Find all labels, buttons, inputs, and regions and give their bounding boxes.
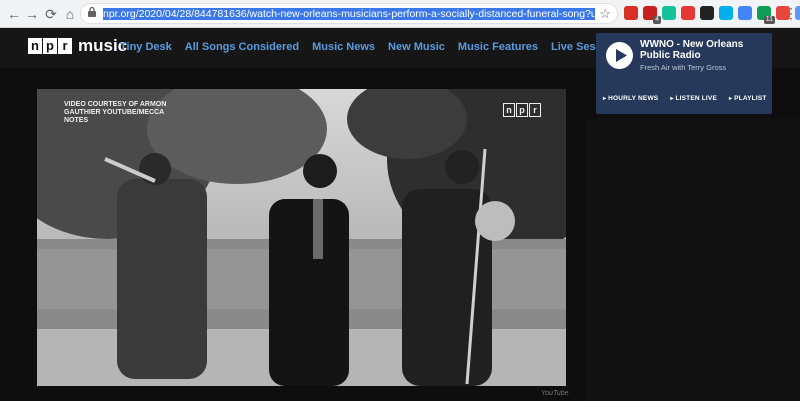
ext-grammarly-icon[interactable]	[662, 6, 676, 20]
bookmark-star-icon[interactable]: ☆	[599, 5, 611, 23]
nav-music-news[interactable]: Music News	[312, 41, 375, 53]
menu-icon[interactable]: ⋮	[784, 5, 798, 21]
video-credit: VIDEO COURTESY OF ARMON GAUTHIER YOUTUBE…	[64, 101, 167, 124]
logo-letter-r: r	[58, 38, 72, 54]
ext-skype-icon[interactable]	[719, 6, 733, 20]
npr-watermark: n p r	[503, 103, 541, 117]
hourly-news-link[interactable]: HOURLY NEWS	[603, 95, 658, 102]
watermark-p: p	[516, 103, 528, 117]
ext-black-icon[interactable]	[700, 6, 714, 20]
home-icon[interactable]: ⌂	[60, 4, 80, 24]
watermark-n: n	[503, 103, 515, 117]
ext-pdf-icon[interactable]	[681, 6, 695, 20]
nav-all-songs-considered[interactable]: All Songs Considered	[185, 41, 299, 53]
watermark-r: r	[529, 103, 541, 117]
extension-badge: 4	[653, 16, 661, 24]
browser-toolbar: ← → ⟳ ⌂ npr.org/2020/04/28/844781636/wat…	[0, 0, 800, 28]
live-radio-player: WWNO - New Orleans Public Radio Fresh Ai…	[596, 33, 772, 114]
logo-letter-n: n	[28, 38, 42, 54]
youtube-source-label: YouTube	[541, 390, 569, 397]
back-icon[interactable]: ←	[4, 4, 24, 24]
forward-icon[interactable]: →	[22, 4, 42, 24]
logo-letter-p: p	[43, 38, 57, 54]
ext-red-icon[interactable]	[624, 6, 638, 20]
music-nav: Tiny Desk All Songs Considered Music New…	[120, 41, 624, 53]
nav-tiny-desk[interactable]: Tiny Desk	[120, 41, 172, 53]
ext-abp-icon[interactable]: 4	[643, 6, 661, 24]
playlist-link[interactable]: PLAYLIST	[729, 95, 767, 102]
ext-blue-icon[interactable]	[738, 6, 752, 20]
player-links: HOURLY NEWS LISTEN LIVE PLAYLIST	[603, 95, 767, 102]
reload-icon[interactable]: ⟳	[41, 4, 61, 24]
video-frame	[37, 89, 566, 386]
video-player[interactable]: VIDEO COURTESY OF ARMON GAUTHIER YOUTUBE…	[37, 89, 566, 386]
url-text[interactable]: npr.org/2020/04/28/844781636/watch-new-o…	[103, 7, 595, 21]
extension-badge: 11	[763, 16, 775, 24]
npr-music-logo[interactable]: n p r music	[28, 37, 127, 54]
url-selected: npr.org/2020/04/28/844781636/watch-new-o…	[103, 8, 595, 20]
sidebar	[585, 119, 800, 401]
extensions-bar: 4115	[624, 6, 800, 24]
ext-green-icon[interactable]: 11	[757, 6, 775, 24]
play-button[interactable]	[606, 42, 633, 69]
program-name: Fresh Air with Terry Gross	[640, 63, 727, 72]
play-icon	[616, 49, 627, 62]
station-name[interactable]: WWNO - New Orleans Public Radio	[640, 39, 768, 61]
nav-new-music[interactable]: New Music	[388, 41, 445, 53]
lock-icon[interactable]	[87, 6, 101, 20]
nav-music-features[interactable]: Music Features	[458, 41, 538, 53]
address-bar[interactable]: npr.org/2020/04/28/844781636/watch-new-o…	[80, 3, 618, 24]
listen-live-link[interactable]: LISTEN LIVE	[670, 95, 717, 102]
